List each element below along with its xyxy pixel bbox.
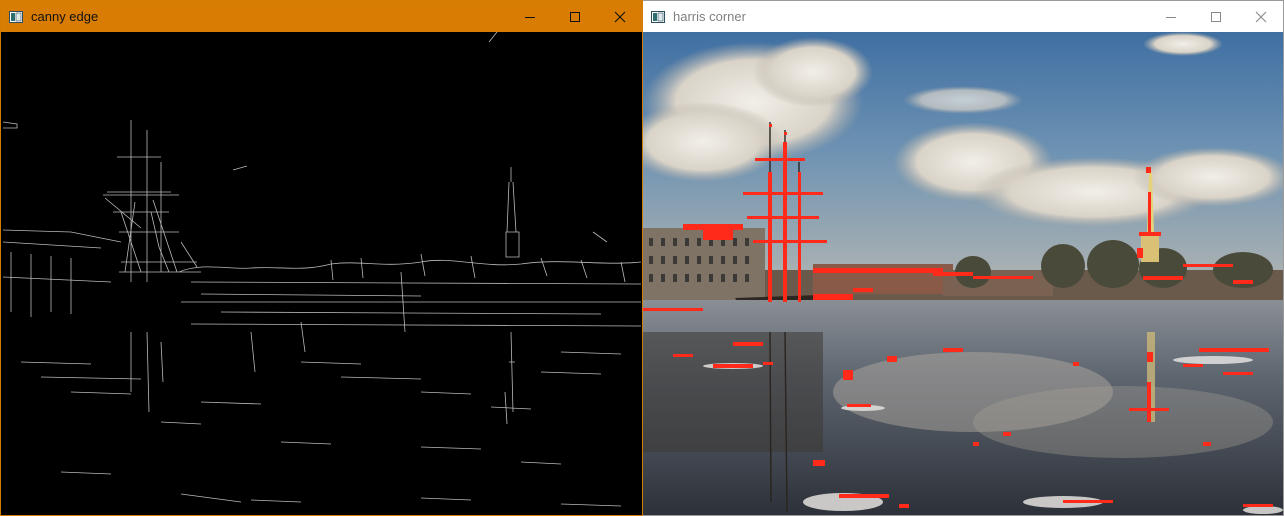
maximize-icon: [569, 11, 580, 22]
canny-edge-titlebar[interactable]: canny edge: [1, 1, 642, 32]
canny-edge-image: [1, 32, 642, 515]
minimize-icon: [524, 16, 535, 18]
harris-corner-image: [643, 32, 1283, 515]
maximize-button[interactable]: [552, 1, 597, 32]
canny-edge-window[interactable]: canny edge: [0, 0, 643, 516]
window-title: harris corner: [673, 9, 746, 24]
minimize-button[interactable]: [507, 1, 552, 32]
image-window-icon: [651, 10, 665, 23]
close-icon: [614, 11, 625, 22]
close-button[interactable]: [597, 1, 642, 32]
close-icon: [1255, 11, 1266, 22]
close-button[interactable]: [1238, 1, 1283, 32]
harris-corner-titlebar[interactable]: harris corner: [643, 1, 1283, 32]
window-title: canny edge: [31, 9, 99, 24]
harris-corner-window[interactable]: harris corner: [643, 0, 1284, 516]
minimize-button[interactable]: [1148, 1, 1193, 32]
maximize-icon: [1210, 11, 1221, 22]
image-window-icon: [9, 10, 23, 23]
maximize-button[interactable]: [1193, 1, 1238, 32]
minimize-icon: [1165, 16, 1176, 18]
